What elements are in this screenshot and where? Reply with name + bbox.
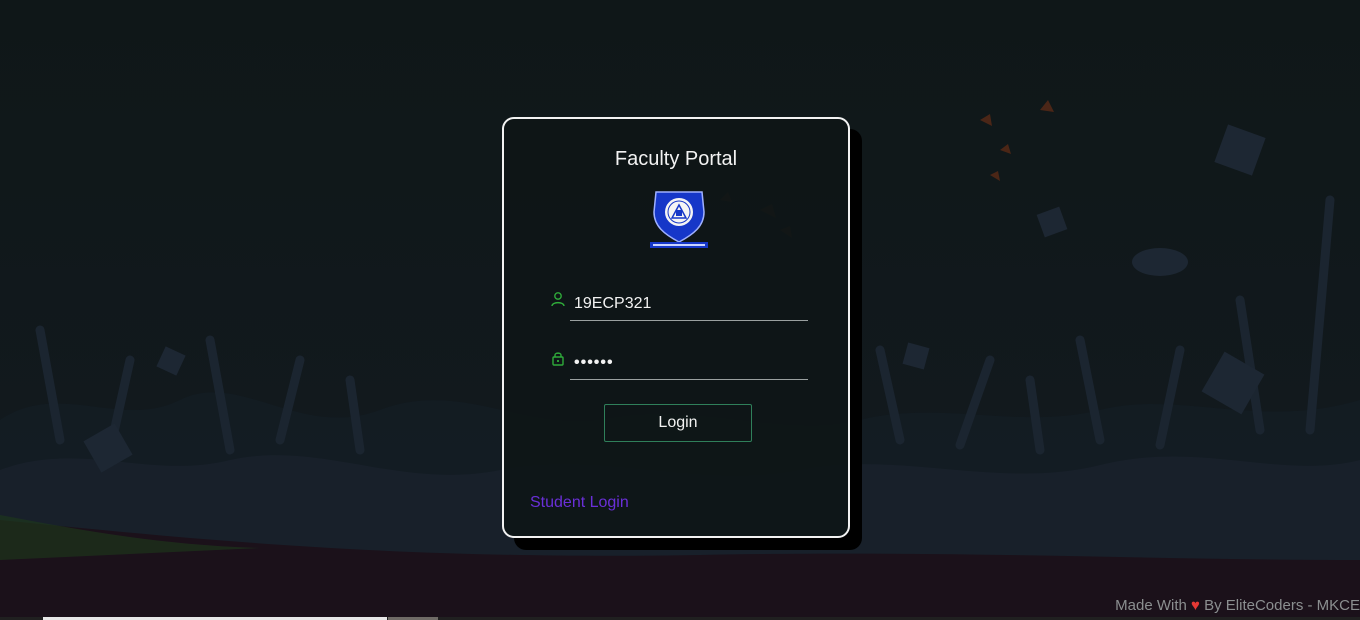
footer-credit: Made With ♥ By EliteCoders - MKCE bbox=[1115, 597, 1360, 614]
password-input[interactable] bbox=[570, 346, 808, 380]
user-icon bbox=[551, 292, 565, 307]
footer-prefix: Made With bbox=[1115, 597, 1187, 614]
student-login-link[interactable]: Student Login bbox=[530, 494, 629, 512]
username-input[interactable] bbox=[570, 287, 808, 321]
username-field-group bbox=[550, 287, 808, 323]
login-button[interactable]: Login bbox=[604, 404, 752, 442]
footer-suffix: By EliteCoders - MKCE bbox=[1204, 597, 1360, 614]
portal-title: Faculty Portal bbox=[614, 148, 738, 170]
college-crest-icon bbox=[650, 191, 708, 248]
lock-icon bbox=[552, 352, 564, 366]
password-field-group bbox=[550, 346, 808, 382]
heart-icon: ♥ bbox=[1191, 597, 1200, 614]
login-card: Faculty Portal Login Student Login bbox=[502, 117, 850, 538]
